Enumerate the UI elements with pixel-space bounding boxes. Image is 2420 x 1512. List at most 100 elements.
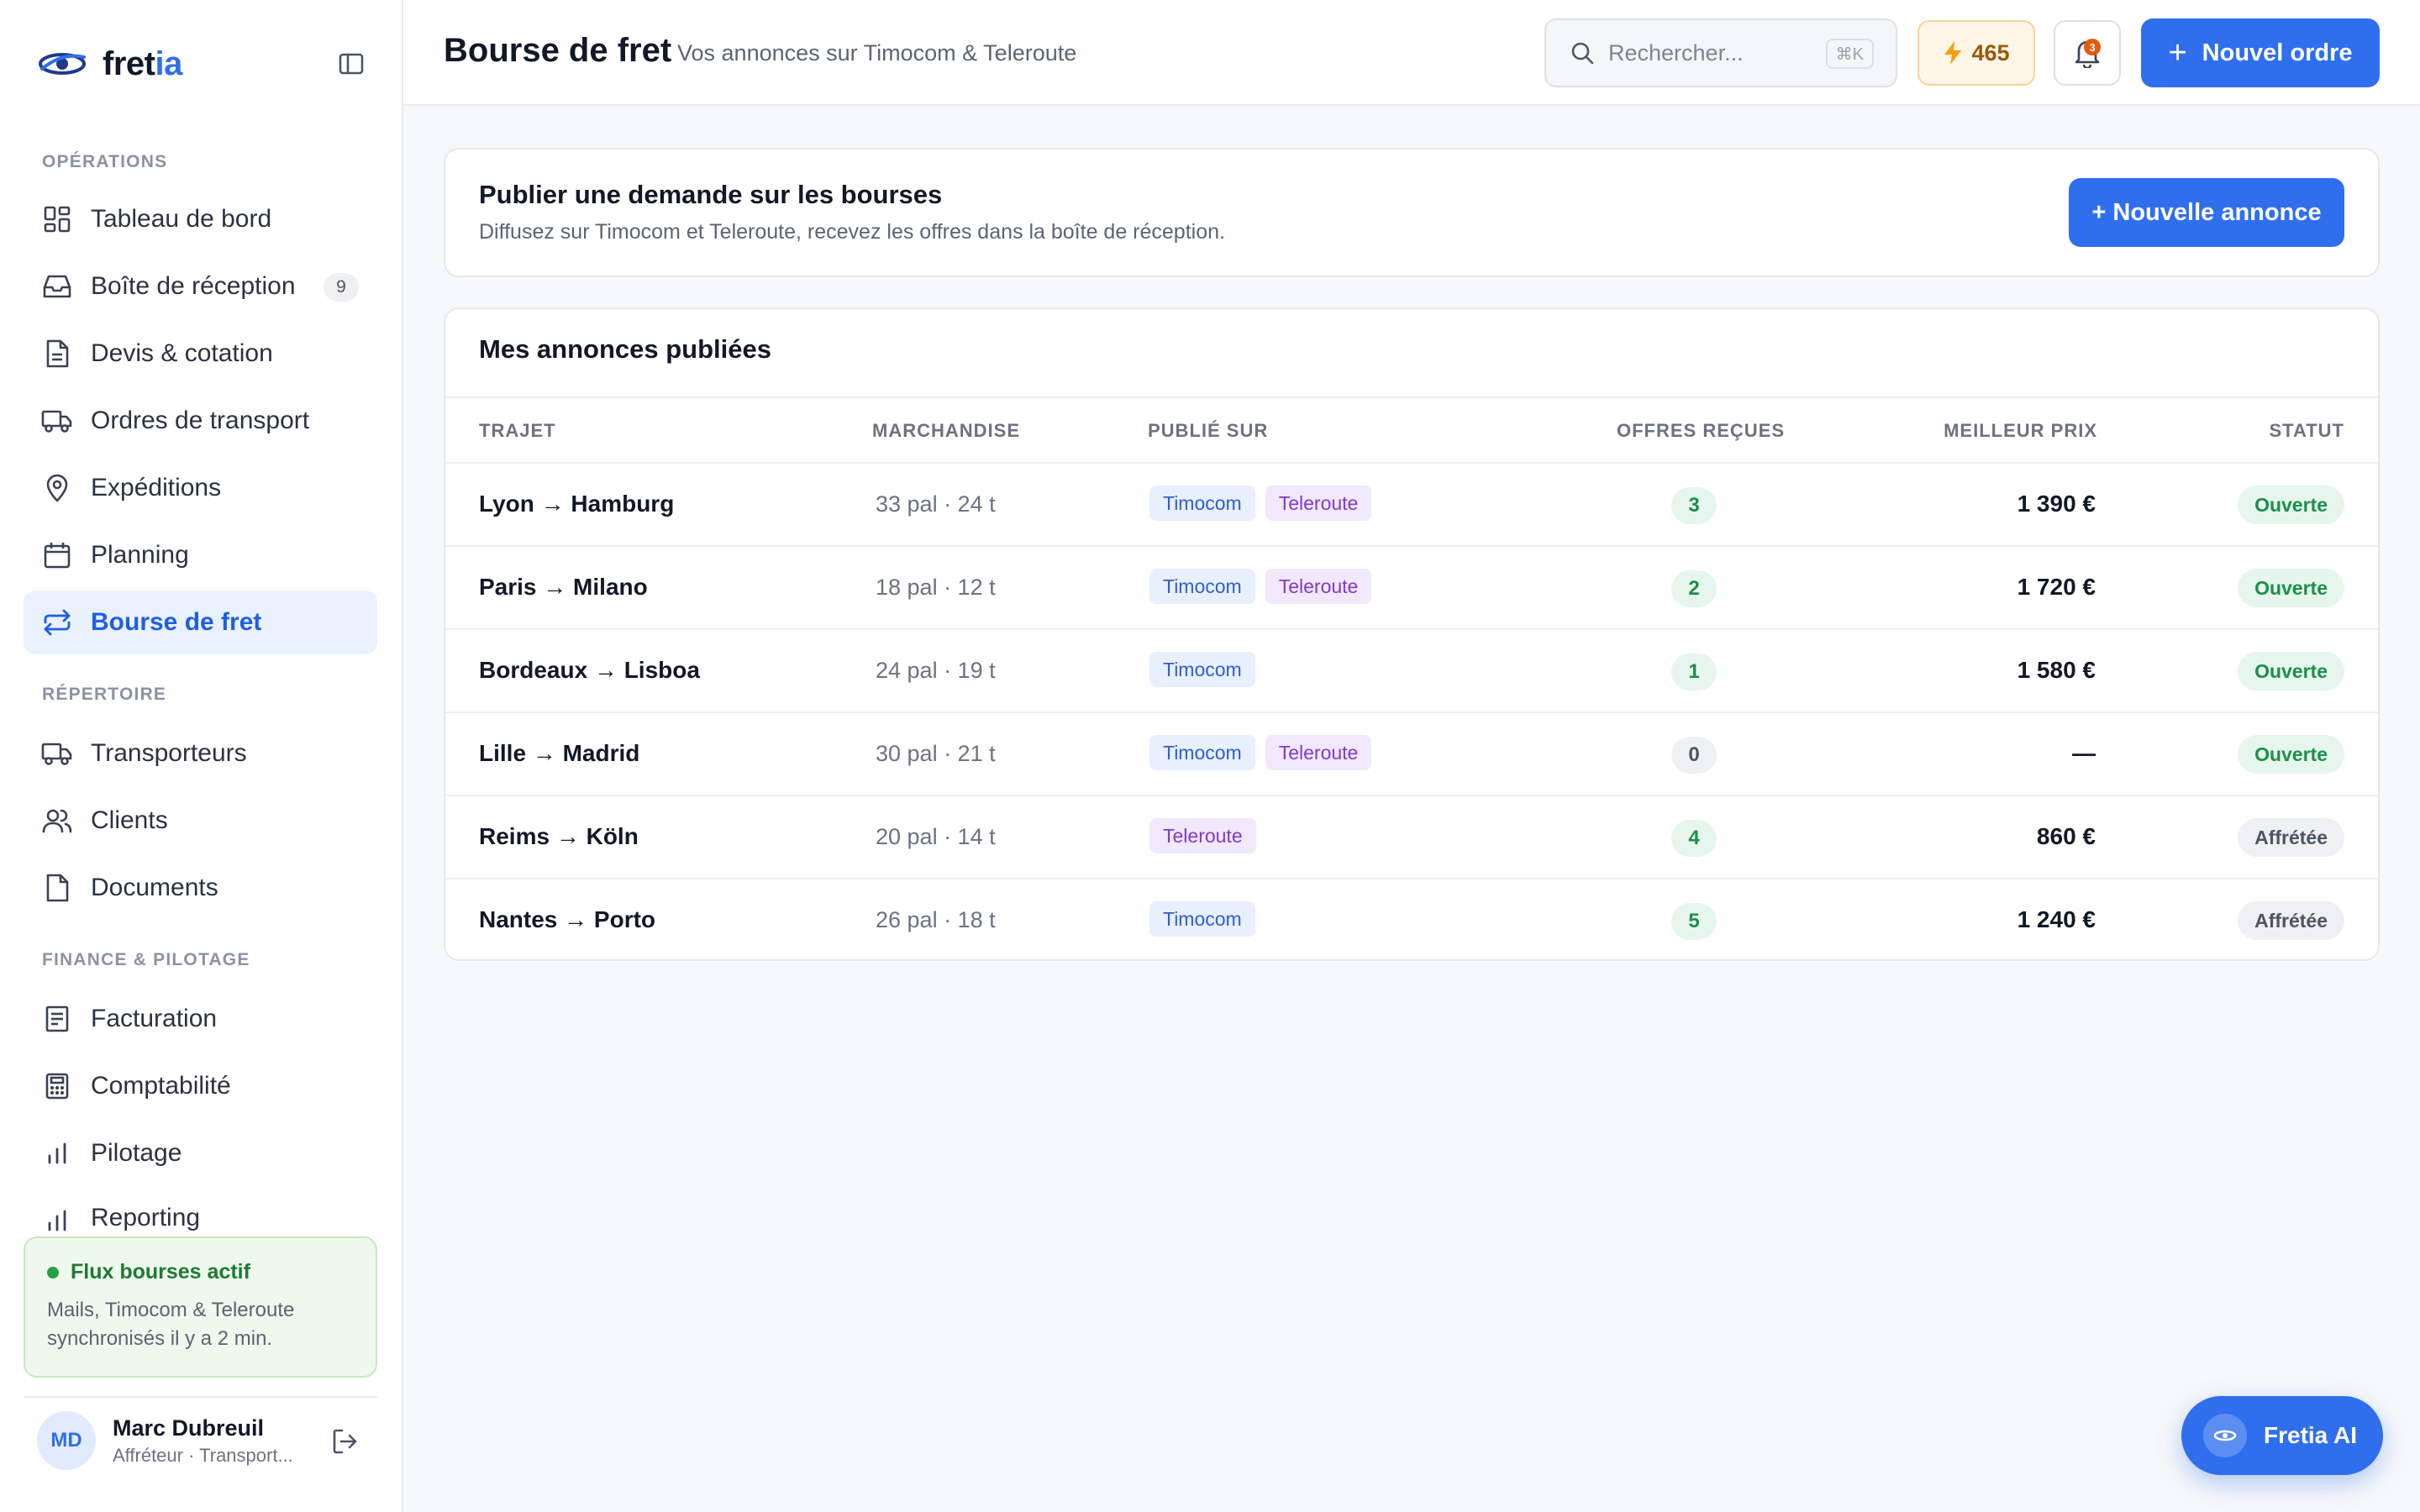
tag-timocom: Timocom xyxy=(1150,735,1255,770)
brand-name: fretia xyxy=(103,45,182,82)
sidebar-item-pilotage[interactable]: Pilotage xyxy=(24,1121,377,1185)
sidebar-item-comptabilite[interactable]: Comptabilité xyxy=(24,1054,377,1118)
sidebar-item-label: Expéditions xyxy=(91,474,222,501)
new-order-label: Nouvel ordre xyxy=(2202,39,2353,66)
sidebar-item-expeditions[interactable]: Expéditions xyxy=(24,456,377,520)
sidebar: fretia OPÉRATIONS Tableau de bord Boîte … xyxy=(0,0,403,1512)
section-label-repertoire: RÉPERTOIRE xyxy=(42,685,167,704)
route-cell: Paris → Milano xyxy=(479,574,648,600)
publish-card: Publier une demande sur les bourses Diff… xyxy=(444,148,2380,277)
sidebar-item-boite-de-reception[interactable]: Boîte de réception 9 xyxy=(24,255,377,318)
best-price-cell: 1 720 € xyxy=(2017,574,2096,600)
inbox-count-badge: 9 xyxy=(324,273,359,302)
logo[interactable]: fretia xyxy=(37,42,366,86)
sidebar-item-facturation[interactable]: Facturation xyxy=(24,987,377,1051)
search-box[interactable]: ⌘K xyxy=(1544,18,1897,87)
section-label-finance: FINANCE & PILOTAGE xyxy=(42,950,250,969)
notification-count-badge: 3 xyxy=(2084,39,2101,55)
status-badge: Ouverte xyxy=(2238,486,2344,524)
page-subtitle: Vos annonces sur Timocom & Teleroute xyxy=(677,40,1077,66)
flux-text: Mails, Timocom & Teleroute synchronisés … xyxy=(47,1296,354,1353)
column-header-route[interactable]: TRAJET xyxy=(479,420,556,442)
status-badge: Affrétée xyxy=(2238,901,2344,940)
ai-button-label: Fretia AI xyxy=(2264,1422,2357,1448)
offers-count-badge: 1 xyxy=(1671,654,1717,690)
flux-title-text: Flux bourses actif xyxy=(71,1260,250,1284)
credits-badge[interactable]: 465 xyxy=(1918,20,2035,86)
status-badge: Ouverte xyxy=(2238,652,2344,690)
goods-cell: 30 pal · 21 t xyxy=(876,741,996,766)
new-listing-button[interactable]: + Nouvelle annonce xyxy=(2069,178,2344,247)
table-row[interactable]: Lille → Madrid 30 pal · 21 t Timocom Tel… xyxy=(445,713,2378,796)
sidebar-item-label: Bourse de fret xyxy=(91,608,262,636)
sidebar-item-ordres-de-transport[interactable]: Ordres de transport xyxy=(24,389,377,453)
file-icon xyxy=(40,871,74,905)
publish-title: Publier une demande sur les bourses xyxy=(479,180,943,209)
fretia-ai-button[interactable]: Fretia AI xyxy=(2181,1396,2383,1475)
offers-count-badge: 5 xyxy=(1671,903,1717,940)
tag-timocom: Timocom xyxy=(1150,652,1255,687)
column-header-published-on[interactable]: PUBLIÉ SUR xyxy=(1148,420,1268,442)
tag-teleroute: Teleroute xyxy=(1265,569,1372,604)
best-price-cell: — xyxy=(2072,740,2096,766)
flux-text-line1: Mails, Timocom & Teleroute xyxy=(47,1299,295,1321)
credits-count: 465 xyxy=(1971,39,2010,66)
goods-cell: 33 pal · 24 t xyxy=(876,491,996,517)
best-price-cell: 1 580 € xyxy=(2017,657,2096,683)
table-row[interactable]: Paris → Milano 18 pal · 12 t Timocom Tel… xyxy=(445,547,2378,630)
column-header-status[interactable]: STATUT xyxy=(2270,420,2345,442)
table-row[interactable]: Reims → Köln 20 pal · 14 t Teleroute 4 8… xyxy=(445,796,2378,879)
route-cell: Nantes → Porto xyxy=(479,906,656,932)
section-label-operations: OPÉRATIONS xyxy=(42,152,168,171)
sidebar-item-transporteurs[interactable]: Transporteurs xyxy=(24,722,377,785)
sidebar-item-label: Reporting xyxy=(91,1204,201,1231)
table-row[interactable]: Nantes → Porto 26 pal · 18 t Timocom 5 1… xyxy=(445,879,2378,959)
truck-icon xyxy=(40,404,74,438)
exchange-icon xyxy=(40,606,74,639)
route-cell: Bordeaux → Lisboa xyxy=(479,657,700,683)
user-profile[interactable]: MD Marc Dubreuil Affréteur · Transport..… xyxy=(24,1396,377,1483)
logout-icon[interactable] xyxy=(330,1426,360,1457)
goods-cell: 26 pal · 18 t xyxy=(876,907,996,932)
sidebar-item-reporting[interactable]: Reporting xyxy=(24,1189,377,1236)
column-header-offers[interactable]: OFFRES REÇUES xyxy=(1617,420,1785,442)
table-header: TRAJET MARCHANDISE PUBLIÉ SUR OFFRES REÇ… xyxy=(445,396,2378,464)
best-price-cell: 1 390 € xyxy=(2017,491,2096,517)
column-header-goods[interactable]: MARCHANDISE xyxy=(872,420,1020,442)
new-order-button[interactable]: + Nouvel ordre xyxy=(2141,18,2380,87)
map-pin-icon xyxy=(40,471,74,505)
sidebar-item-label: Transporteurs xyxy=(91,739,247,767)
sidebar-item-label: Clients xyxy=(91,806,168,834)
notifications-button[interactable]: 3 xyxy=(2054,20,2121,86)
table-row[interactable]: Bordeaux → Lisboa 24 pal · 19 t Timocom … xyxy=(445,630,2378,713)
topbar: Bourse de fret Vos annonces sur Timocom … xyxy=(403,0,2420,106)
flux-status-card: Flux bourses actif Mails, Timocom & Tele… xyxy=(24,1236,377,1378)
sidebar-item-devis-cotation[interactable]: Devis & cotation xyxy=(24,322,377,386)
table-row[interactable]: Lyon → Hamburg 33 pal · 24 t Timocom Tel… xyxy=(445,464,2378,547)
offers-count-badge: 0 xyxy=(1671,737,1717,774)
avatar: MD xyxy=(37,1411,96,1470)
sidebar-toggle-button[interactable] xyxy=(336,49,366,79)
tag-timocom: Timocom xyxy=(1150,901,1255,937)
sidebar-item-planning[interactable]: Planning xyxy=(24,523,377,587)
bar-chart-icon xyxy=(40,1204,74,1236)
sidebar-item-clients[interactable]: Clients xyxy=(24,789,377,853)
user-role: Affréteur · Transport... xyxy=(113,1444,293,1466)
sidebar-item-label: Devis & cotation xyxy=(91,339,273,367)
sidebar-item-bourse-de-fret[interactable]: Bourse de fret xyxy=(24,591,377,654)
best-price-cell: 1 240 € xyxy=(2017,906,2096,932)
search-input[interactable] xyxy=(1608,39,1818,66)
search-icon xyxy=(1571,42,1594,65)
flux-text-line2: synchronisés il y a 2 min. xyxy=(47,1327,273,1350)
column-header-best-price[interactable]: MEILLEUR PRIX xyxy=(1944,420,2097,442)
tag-timocom: Timocom xyxy=(1150,486,1255,521)
sidebar-item-tableau-de-bord[interactable]: Tableau de bord xyxy=(24,187,377,251)
offers-count-badge: 2 xyxy=(1671,570,1717,607)
sidebar-item-documents[interactable]: Documents xyxy=(24,856,377,920)
eye-logo-icon xyxy=(2203,1414,2247,1457)
plus-icon: + xyxy=(2168,35,2187,71)
platform-tags: Timocom Teleroute xyxy=(1150,486,1372,521)
goods-cell: 20 pal · 14 t xyxy=(876,824,996,849)
status-badge: Affrétée xyxy=(2238,818,2344,857)
status-badge: Ouverte xyxy=(2238,569,2344,607)
